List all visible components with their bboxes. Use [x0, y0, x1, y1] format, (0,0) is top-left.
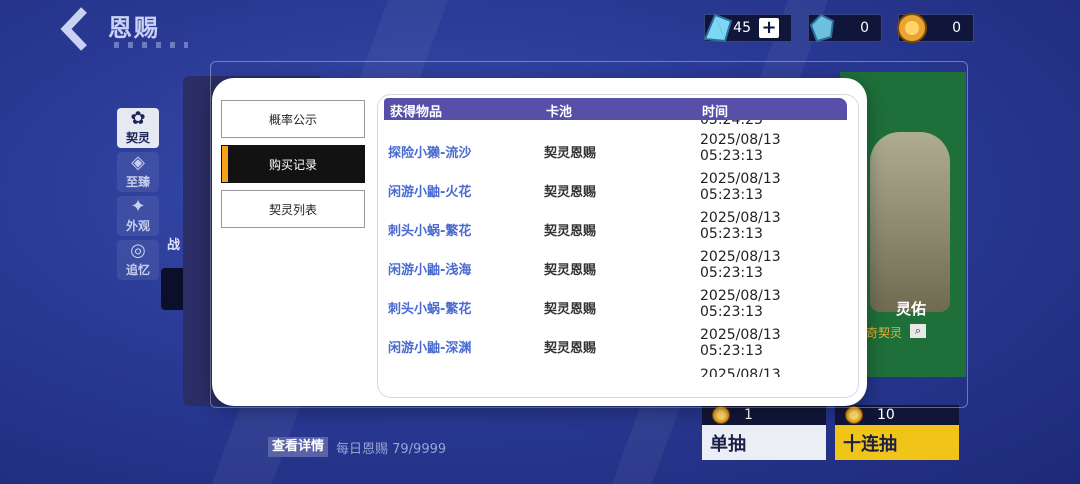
pool-name: 契灵恩赐: [544, 185, 597, 200]
gold-coin-icon: [897, 13, 927, 43]
item-name[interactable]: 闲游小鼬-火花: [388, 181, 471, 200]
currency-gold-coin: 0: [897, 13, 974, 43]
record-time: 2025/08/13 05:23:13: [700, 171, 781, 203]
side-tab-qiling[interactable]: ✿ 契灵: [117, 108, 159, 148]
record-time: 2025/08/13 05:23:13: [700, 210, 781, 242]
pool-name: 契灵恩赐: [544, 302, 597, 317]
record-time: 2025/08/13 05:23:13: [700, 327, 781, 359]
view-details-button[interactable]: 查看详情: [268, 437, 329, 457]
single-draw-button[interactable]: 1 单抽: [702, 405, 826, 460]
header-pool: 卡池: [546, 105, 573, 120]
record-time: 2025/08/13 05:23:13: [700, 249, 781, 281]
ten-draw-button[interactable]: 10 十连抽: [835, 405, 959, 460]
table-row: 探险小獭-流沙 契灵恩赐 2025/08/13 05:23:13: [378, 130, 858, 169]
draw-cost: 10: [877, 407, 895, 423]
draw-label: 单抽: [710, 433, 746, 455]
currency-value: 0: [952, 20, 961, 36]
table-header: 获得物品 卡池 时间: [384, 98, 847, 120]
daily-gift-counter: 每日恩赐 79/9999: [336, 442, 447, 457]
side-tab-label: 至臻: [125, 175, 150, 189]
pool-name: 契灵恩赐: [544, 341, 597, 356]
waiguan-icon: ✦: [130, 196, 146, 217]
side-tab-label: 契灵: [125, 131, 150, 145]
records-table[interactable]: 获得物品 卡池 时间 05:24:23 探险小獭-流沙 契灵恩赐 2025/08…: [377, 94, 859, 398]
back-button[interactable]: [58, 6, 98, 52]
side-tab-zhizhen[interactable]: ◈ 至臻: [117, 152, 159, 192]
item-name[interactable]: 闲游小鼬-深渊: [388, 337, 471, 356]
table-row: 闲游小鼬-火花 契灵恩赐 2025/08/13 05:23:13: [378, 169, 858, 208]
zhuiyi-icon: ◎: [130, 240, 146, 261]
side-tab-label: 追忆: [125, 263, 150, 277]
table-row: 闲游小鼬-深渊 契灵恩赐 2025/08/13 05:23:13: [378, 325, 858, 364]
tab-probability[interactable]: 概率公示: [221, 100, 365, 138]
table-row: 闲游小鼬-浅海 契灵恩赐 2025/08/13 05:23:13: [378, 247, 858, 286]
gold-coin-icon: [845, 406, 863, 424]
table-body[interactable]: 05:24:23 探险小獭-流沙 契灵恩赐 2025/08/13 05:23:13…: [378, 120, 858, 377]
item-name[interactable]: 刺头小蜗-繁花: [388, 220, 471, 239]
item-name[interactable]: 刺头小蜗-繁花: [388, 298, 471, 317]
side-tab-label: 外观: [125, 219, 150, 233]
zhizhen-icon: ◈: [131, 152, 145, 173]
chevron-left-icon: [60, 7, 87, 51]
gold-coin-icon: [712, 406, 730, 424]
partial-row-date: 2025/08/13: [700, 367, 781, 377]
currency-value: 45: [733, 20, 751, 36]
record-time: 2025/08/13 05:23:13: [700, 288, 781, 320]
qiling-icon: ✿: [130, 108, 146, 129]
draw-label: 十连抽: [843, 433, 897, 455]
add-crystal-button[interactable]: +: [759, 18, 779, 38]
currency-blue-gem: 0: [808, 13, 882, 43]
partial-row-time: 05:24:23: [700, 120, 763, 128]
purchase-records-modal: 概率公示 购买记录 契灵列表 获得物品 卡池 时间 05:24:23 探险小獭-…: [212, 78, 867, 406]
header-time: 时间: [702, 105, 729, 120]
currency-crystal: 45 +: [703, 13, 792, 43]
currency-value: 0: [860, 20, 869, 36]
blue-gem-icon: [809, 13, 835, 43]
pool-name: 契灵恩赐: [544, 263, 597, 278]
page-title: 恩赐: [108, 14, 160, 42]
tab-purchase-records[interactable]: 购买记录: [221, 145, 365, 183]
side-tab-waiguan[interactable]: ✦ 外观: [117, 196, 159, 236]
pool-name: 契灵恩赐: [544, 146, 597, 161]
header-item: 获得物品: [390, 105, 443, 120]
banner-side-label: 战: [167, 238, 181, 253]
crystal-icon: [703, 13, 733, 43]
table-row: 刺头小蜗-繁花 契灵恩赐 2025/08/13 05:23:13: [378, 208, 858, 247]
side-tab-zhuiyi[interactable]: ◎ 追忆: [117, 240, 159, 280]
pool-name: 契灵恩赐: [544, 224, 597, 239]
item-name[interactable]: 闲游小鼬-浅海: [388, 259, 471, 278]
draw-cost: 1: [744, 407, 753, 423]
title-decoration: [114, 42, 188, 48]
tab-qiling-list[interactable]: 契灵列表: [221, 190, 365, 228]
record-time: 2025/08/13 05:23:13: [700, 132, 781, 164]
table-row: 刺头小蜗-繁花 契灵恩赐 2025/08/13 05:23:13: [378, 286, 858, 325]
item-name[interactable]: 探险小獭-流沙: [388, 142, 471, 161]
banner-tab-dark: [161, 268, 183, 310]
